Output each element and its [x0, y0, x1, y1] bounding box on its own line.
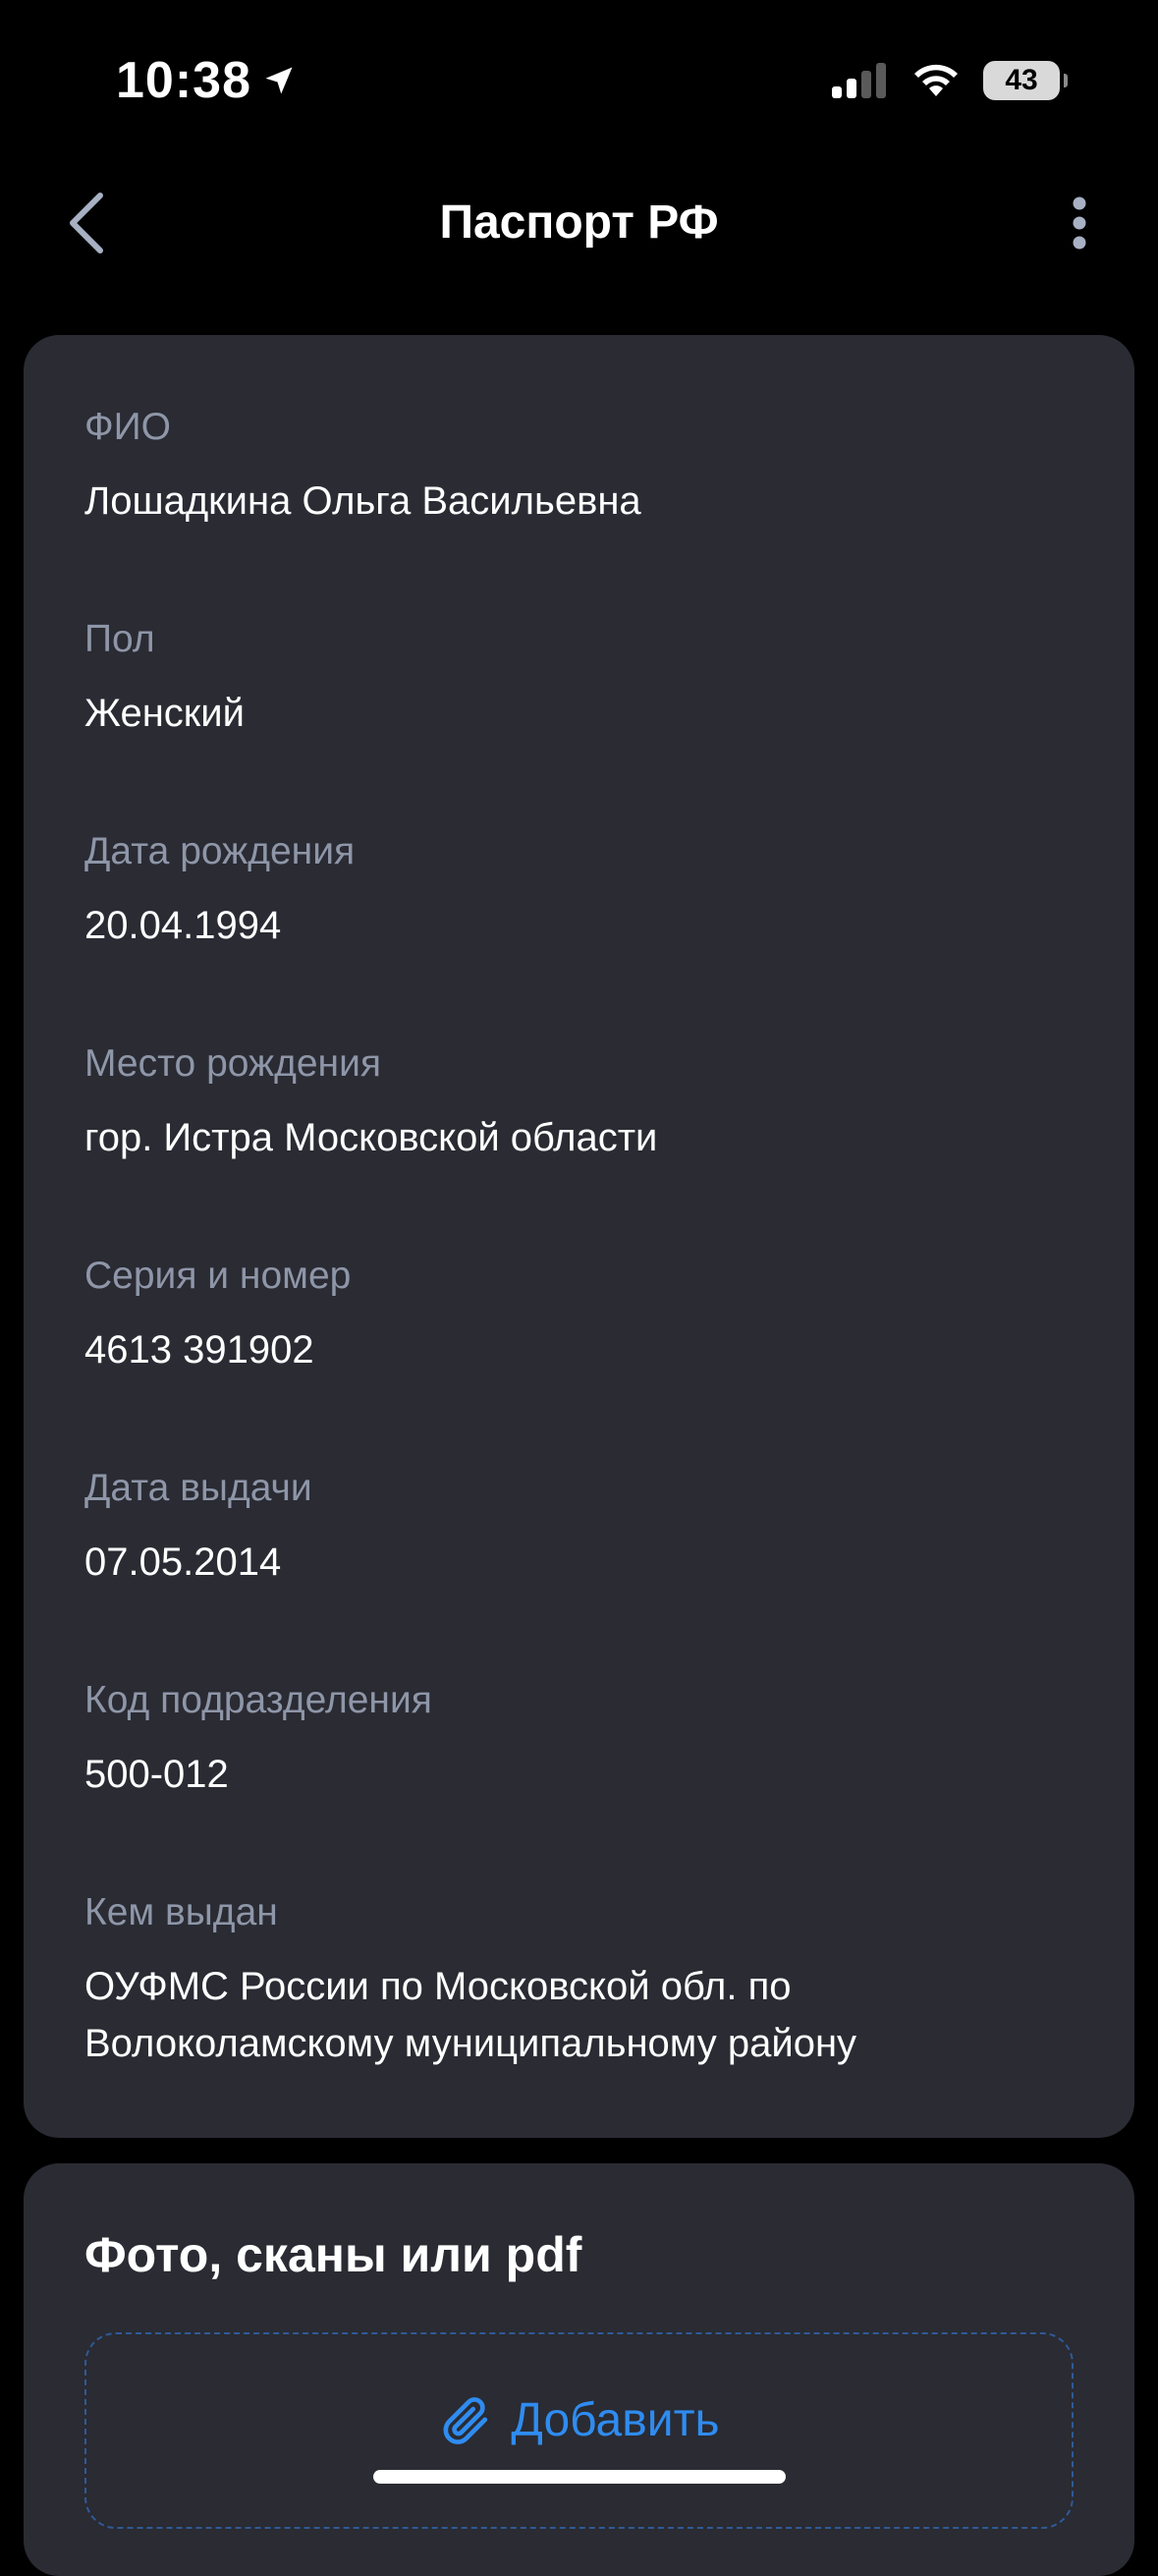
- wifi-icon: [914, 64, 958, 96]
- field-birth-place[interactable]: Место рождения гор. Истра Московской обл…: [84, 1040, 1074, 1166]
- field-value: 500-012: [84, 1753, 229, 1796]
- field-value: 4613 391902: [84, 1328, 314, 1372]
- field-birth-date[interactable]: Дата рождения 20.04.1994: [84, 828, 1074, 954]
- field-series-number[interactable]: Серия и номер 4613 391902: [84, 1253, 1074, 1378]
- field-sex[interactable]: Пол Женский: [84, 616, 1074, 742]
- field-value: гор. Истра Московской области: [84, 1116, 658, 1159]
- paperclip-icon: [444, 2397, 488, 2444]
- field-value: Лошадкина Ольга Васильевна: [84, 479, 641, 523]
- nav-bar: Паспорт РФ: [0, 172, 1158, 280]
- field-label: Пол: [84, 618, 155, 660]
- field-issued-by[interactable]: Кем выдан ОУФМС России по Московской обл…: [84, 1889, 1074, 2072]
- more-vertical-icon: [1073, 196, 1086, 250]
- home-indicator[interactable]: [373, 2470, 786, 2484]
- files-card: Фото, сканы или pdf Добавить: [24, 2163, 1134, 2576]
- field-label: Кем выдан: [84, 1891, 278, 1933]
- field-value: 20.04.1994: [84, 904, 282, 947]
- files-title: Фото, сканы или pdf: [84, 2227, 582, 2282]
- battery-indicator: 43: [983, 61, 1068, 100]
- field-full-name[interactable]: ФИО Лошадкина Ольга Васильевна: [84, 404, 1074, 530]
- field-label: Код подразделения: [84, 1679, 432, 1721]
- location-arrow-icon: [265, 67, 293, 94]
- add-file-label: Добавить: [511, 2394, 720, 2446]
- status-bar: 10:38 43: [0, 0, 1158, 172]
- field-label: ФИО: [84, 406, 172, 448]
- field-issue-date[interactable]: Дата выдачи 07.05.2014: [84, 1465, 1074, 1591]
- battery-level: 43: [1005, 64, 1038, 96]
- field-label: Дата рождения: [84, 830, 356, 872]
- field-value: ОУФМС России по Московской обл. по Волок…: [84, 1965, 857, 2065]
- field-label: Место рождения: [84, 1042, 381, 1085]
- field-value: 07.05.2014: [84, 1540, 282, 1584]
- status-time: 10:38: [116, 51, 297, 110]
- page-title: Паспорт РФ: [439, 196, 719, 249]
- field-label: Дата выдачи: [84, 1467, 312, 1509]
- cellular-signal-icon: [832, 63, 886, 98]
- status-icons: 43: [830, 61, 1068, 100]
- more-button[interactable]: [1040, 184, 1119, 262]
- clock: 10:38: [116, 52, 251, 109]
- field-label: Серия и номер: [84, 1255, 352, 1297]
- field-value: Женский: [84, 692, 245, 735]
- add-file-button[interactable]: Добавить: [84, 2332, 1074, 2529]
- field-department-code[interactable]: Код подразделения 500-012: [84, 1677, 1074, 1803]
- passport-info-card: ФИО Лошадкина Ольга Васильевна Пол Женск…: [24, 335, 1134, 2138]
